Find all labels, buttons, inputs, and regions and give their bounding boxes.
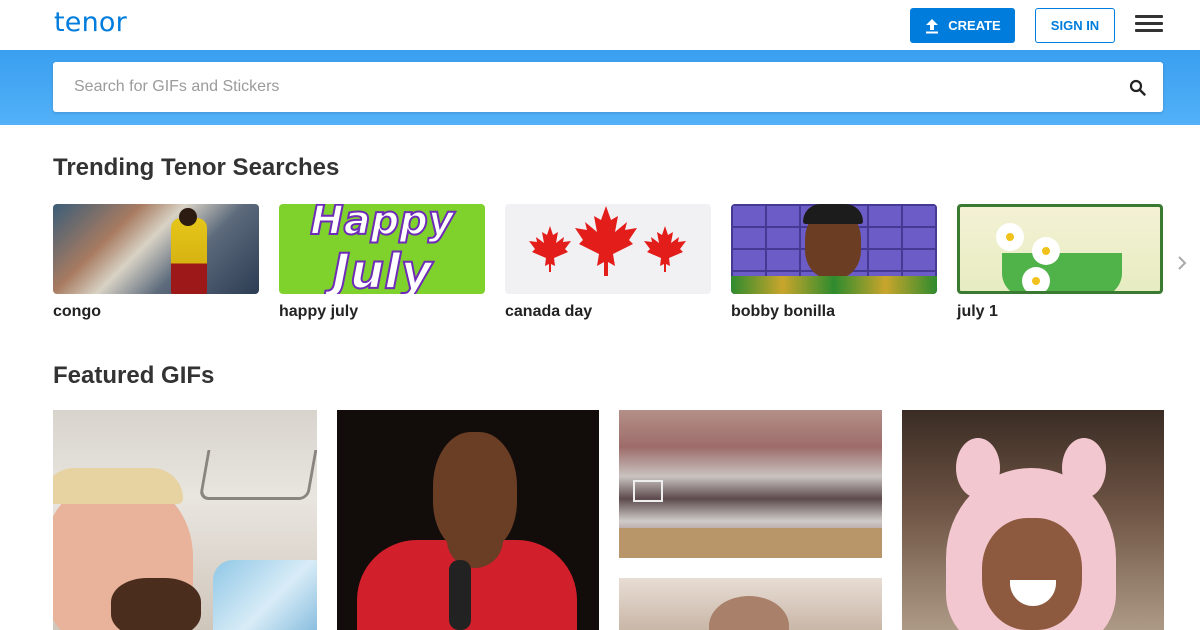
top-header: tenor CREATE SIGN IN <box>0 0 1200 50</box>
create-button-label: CREATE <box>948 18 1001 33</box>
trending-item-bobby-bonilla[interactable]: bobby bonilla <box>731 204 937 321</box>
trending-item-happy-july[interactable]: Happy July happy july <box>279 204 485 321</box>
search-band <box>0 50 1200 125</box>
trending-item-label: happy july <box>279 303 359 320</box>
hamburger-menu-icon[interactable] <box>1135 15 1163 35</box>
trending-thumbnail <box>957 204 1163 294</box>
featured-gif[interactable] <box>619 578 882 630</box>
trending-item-label: canada day <box>505 303 593 320</box>
trending-title: Trending Tenor Searches <box>53 154 340 181</box>
trending-thumbnail <box>53 204 259 294</box>
featured-gif[interactable] <box>902 410 1164 630</box>
upload-icon <box>926 18 939 33</box>
sign-in-button-label: SIGN IN <box>1050 18 1100 33</box>
trending-item-label: bobby bonilla <box>731 303 835 320</box>
chevron-right-icon[interactable] <box>1175 254 1189 272</box>
search-icon[interactable] <box>1129 79 1146 96</box>
trending-item-july-1[interactable]: july 1 <box>957 204 1163 321</box>
featured-gif[interactable] <box>337 410 599 630</box>
thumbnail-text: Happy <box>309 204 455 245</box>
featured-title: Featured GIFs <box>53 362 215 389</box>
maple-leaf-icon <box>529 206 686 276</box>
thumbnail-text: July <box>331 243 433 294</box>
trending-item-congo[interactable]: congo <box>53 204 259 321</box>
search-input[interactable] <box>53 62 1113 112</box>
trending-thumbnail <box>731 204 937 294</box>
trending-item-label: july 1 <box>957 303 998 320</box>
trending-item-label: congo <box>53 303 101 320</box>
search-bar <box>53 62 1163 112</box>
tenor-logo[interactable]: tenor <box>54 7 127 38</box>
trending-thumbnail: Happy July <box>279 204 485 294</box>
trending-thumbnail <box>505 204 711 294</box>
create-button[interactable]: CREATE <box>910 8 1015 43</box>
featured-gif[interactable] <box>619 410 882 558</box>
featured-gif[interactable] <box>53 410 317 630</box>
sign-in-button[interactable]: SIGN IN <box>1035 8 1115 43</box>
trending-item-canada-day[interactable]: canada day <box>505 204 711 321</box>
